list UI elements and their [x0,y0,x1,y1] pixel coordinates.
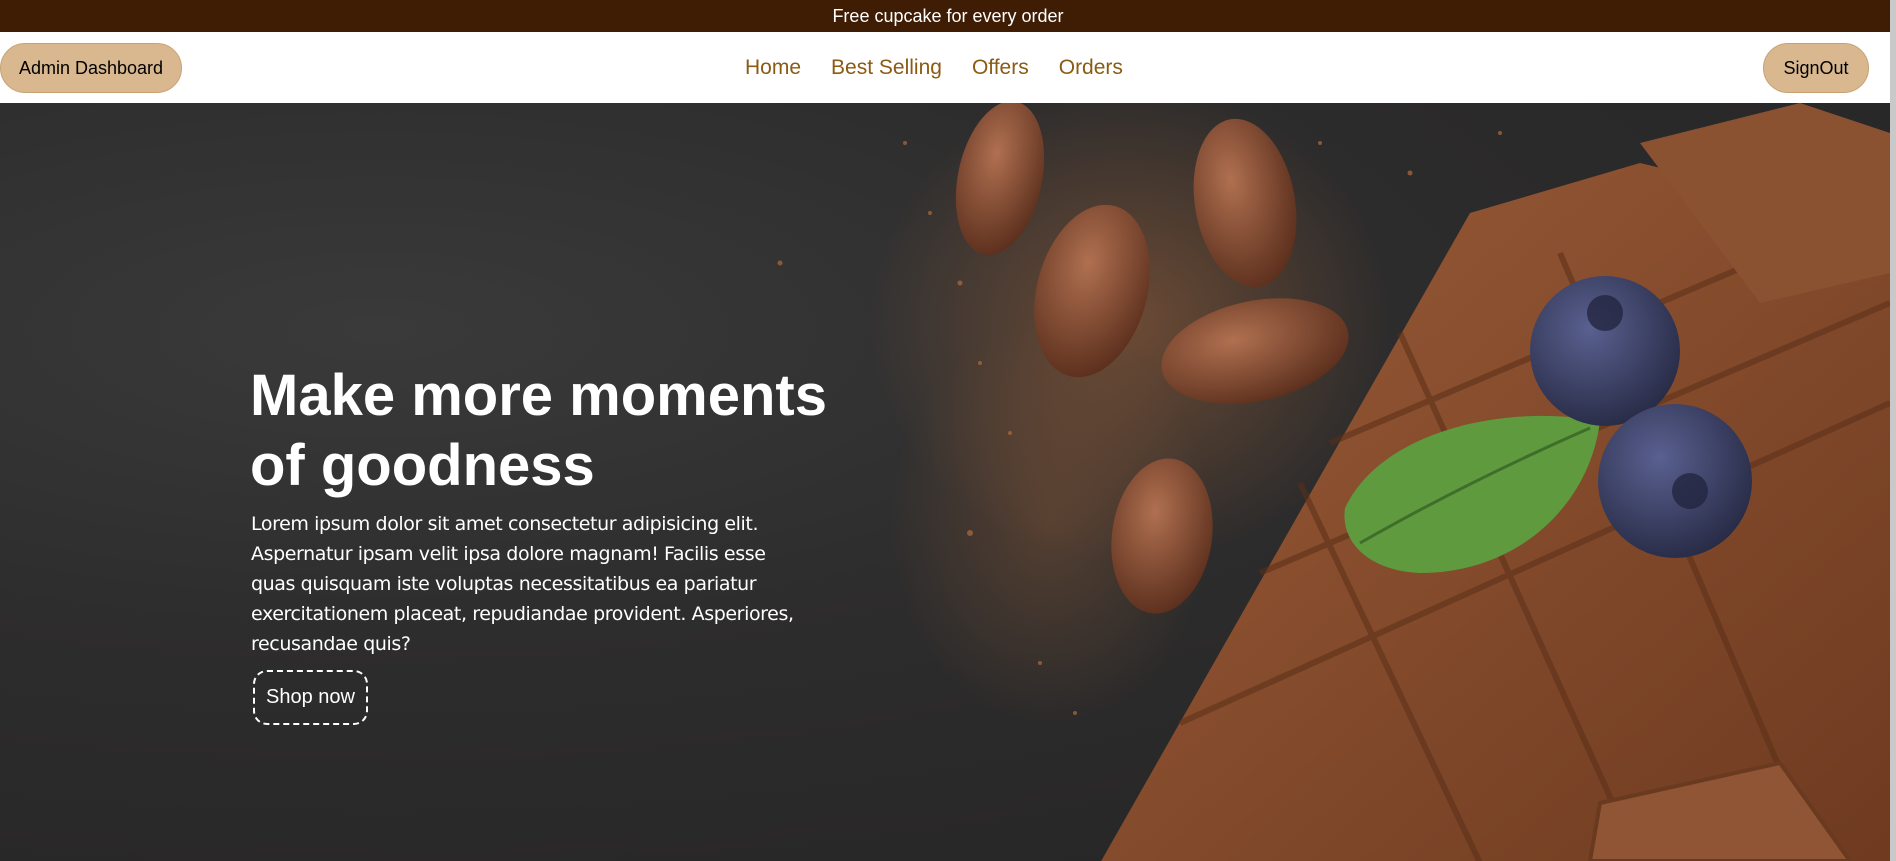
nav-link-orders[interactable]: Orders [1059,56,1123,80]
promo-text: Free cupcake for every order [832,5,1064,26]
shop-now-button[interactable]: Shop now [253,670,368,725]
hero-description: Lorem ipsum dolor sit amet consectetur a… [251,513,794,655]
nav-link-best-selling[interactable]: Best Selling [831,56,942,80]
scrollbar-thumb[interactable] [1890,0,1896,861]
top-navigation: Admin Dashboard Home Best Selling Offers… [0,32,1896,103]
nav-link-offers[interactable]: Offers [972,56,1029,80]
nav-links: Home Best Selling Offers Orders [745,32,1123,103]
signout-button[interactable]: SignOut [1763,43,1869,93]
hero-title-line-1: Make more moments [250,363,827,428]
promo-banner: Free cupcake for every order [0,0,1896,32]
hero-title-line-2: of goodness [250,433,595,498]
hero-section: Make more moments of goodness Lorem ipsu… [0,103,1890,861]
nav-link-home[interactable]: Home [745,56,801,80]
hero-title: Make more moments of goodness [250,361,890,501]
admin-dashboard-button[interactable]: Admin Dashboard [0,43,182,93]
